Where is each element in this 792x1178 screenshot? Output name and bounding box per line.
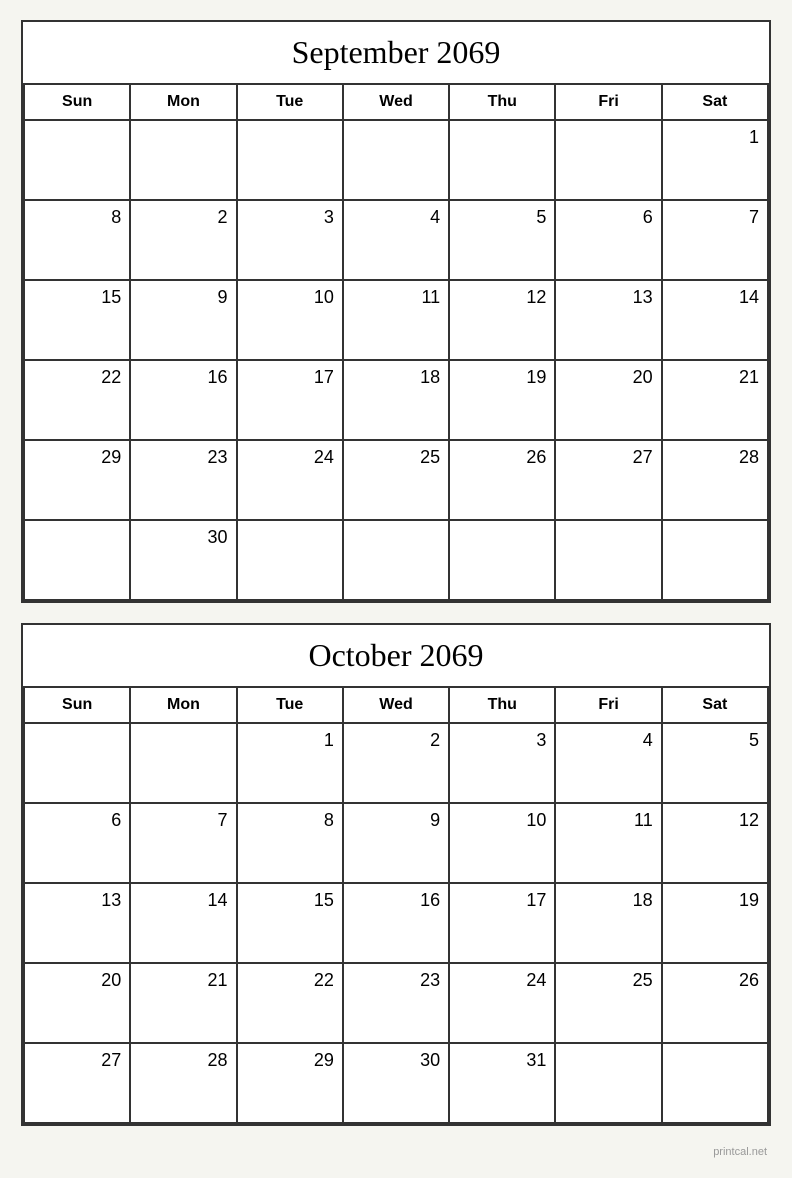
oct-d21: 21 (131, 964, 237, 1044)
sep-d20: 20 (556, 361, 662, 441)
sep-d27: 27 (556, 441, 662, 521)
oct-d13: 13 (25, 884, 131, 964)
oct-d17: 17 (450, 884, 556, 964)
sep-d2: 2 (131, 201, 237, 281)
oct-header-thu: Thu (450, 688, 556, 724)
oct-d20: 20 (25, 964, 131, 1044)
oct-d15: 15 (238, 884, 344, 964)
oct-d24: 24 (450, 964, 556, 1044)
oct-d27: 27 (25, 1044, 131, 1124)
sep-d23: 23 (131, 441, 237, 521)
sep-w1-mon (131, 121, 237, 201)
oct-d7: 7 (131, 804, 237, 884)
sep-w6-thu (450, 521, 556, 601)
header-mon: Mon (131, 85, 237, 121)
oct-header-sat: Sat (663, 688, 769, 724)
sep-d13: 13 (556, 281, 662, 361)
september-calendar: September 2069 Sun Mon Tue Wed Thu Fri S… (21, 20, 771, 603)
october-title: October 2069 (23, 625, 769, 688)
sep-d26: 26 (450, 441, 556, 521)
sep-d29: 29 (25, 441, 131, 521)
oct-header-fri: Fri (556, 688, 662, 724)
sep-d12: 12 (450, 281, 556, 361)
sep-d11: 11 (344, 281, 450, 361)
oct-d9: 9 (344, 804, 450, 884)
oct-w5-fri (556, 1044, 662, 1124)
oct-d31: 31 (450, 1044, 556, 1124)
oct-d8: 8 (238, 804, 344, 884)
oct-header-wed: Wed (344, 688, 450, 724)
header-wed: Wed (344, 85, 450, 121)
oct-d14: 14 (131, 884, 237, 964)
sep-w6-sun (25, 521, 131, 601)
oct-d6: 6 (25, 804, 131, 884)
header-tue: Tue (238, 85, 344, 121)
sep-d19: 19 (450, 361, 556, 441)
oct-d23: 23 (344, 964, 450, 1044)
sep-d10: 10 (238, 281, 344, 361)
oct-d12: 12 (663, 804, 769, 884)
header-sun: Sun (25, 85, 131, 121)
sep-d14: 14 (663, 281, 769, 361)
header-sat: Sat (663, 85, 769, 121)
oct-d1: 1 (238, 724, 344, 804)
oct-d30: 30 (344, 1044, 450, 1124)
sep-w1-tue (238, 121, 344, 201)
sep-w6-wed (344, 521, 450, 601)
sep-w1-thu (450, 121, 556, 201)
sep-w6-sat (663, 521, 769, 601)
sep-d7: 7 (663, 201, 769, 281)
sep-d5: 5 (450, 201, 556, 281)
sep-w6-tue (238, 521, 344, 601)
oct-d18: 18 (556, 884, 662, 964)
oct-d29: 29 (238, 1044, 344, 1124)
oct-d5: 5 (663, 724, 769, 804)
oct-d25: 25 (556, 964, 662, 1044)
oct-d28: 28 (131, 1044, 237, 1124)
september-grid: Sun Mon Tue Wed Thu Fri Sat 1 8 2 3 4 5 … (23, 85, 769, 601)
oct-d10: 10 (450, 804, 556, 884)
sep-w1-sun (25, 121, 131, 201)
sep-d9: 9 (131, 281, 237, 361)
sep-w6-fri (556, 521, 662, 601)
sep-d8: 8 (25, 201, 131, 281)
sep-d17: 17 (238, 361, 344, 441)
sep-d3: 3 (238, 201, 344, 281)
sep-d25: 25 (344, 441, 450, 521)
oct-w1-mon (131, 724, 237, 804)
oct-d26: 26 (663, 964, 769, 1044)
header-thu: Thu (450, 85, 556, 121)
sep-d30: 30 (131, 521, 237, 601)
sep-d28: 28 (663, 441, 769, 521)
oct-header-tue: Tue (238, 688, 344, 724)
sep-d22: 22 (25, 361, 131, 441)
sep-d24: 24 (238, 441, 344, 521)
watermark: printcal.net (21, 1146, 771, 1158)
sep-d18: 18 (344, 361, 450, 441)
header-fri: Fri (556, 85, 662, 121)
october-calendar: October 2069 Sun Mon Tue Wed Thu Fri Sat… (21, 623, 771, 1126)
oct-d19: 19 (663, 884, 769, 964)
sep-w1-fri (556, 121, 662, 201)
oct-d4: 4 (556, 724, 662, 804)
oct-d11: 11 (556, 804, 662, 884)
sep-d1: 1 (663, 121, 769, 201)
sep-d16: 16 (131, 361, 237, 441)
oct-header-sun: Sun (25, 688, 131, 724)
oct-d3: 3 (450, 724, 556, 804)
sep-w1-wed (344, 121, 450, 201)
oct-d22: 22 (238, 964, 344, 1044)
october-grid: Sun Mon Tue Wed Thu Fri Sat 1 2 3 4 5 6 … (23, 688, 769, 1124)
sep-d6: 6 (556, 201, 662, 281)
september-title: September 2069 (23, 22, 769, 85)
oct-d2: 2 (344, 724, 450, 804)
sep-d15: 15 (25, 281, 131, 361)
oct-w5-sat (663, 1044, 769, 1124)
sep-d4: 4 (344, 201, 450, 281)
oct-w1-sun (25, 724, 131, 804)
oct-header-mon: Mon (131, 688, 237, 724)
oct-d16: 16 (344, 884, 450, 964)
sep-d21: 21 (663, 361, 769, 441)
